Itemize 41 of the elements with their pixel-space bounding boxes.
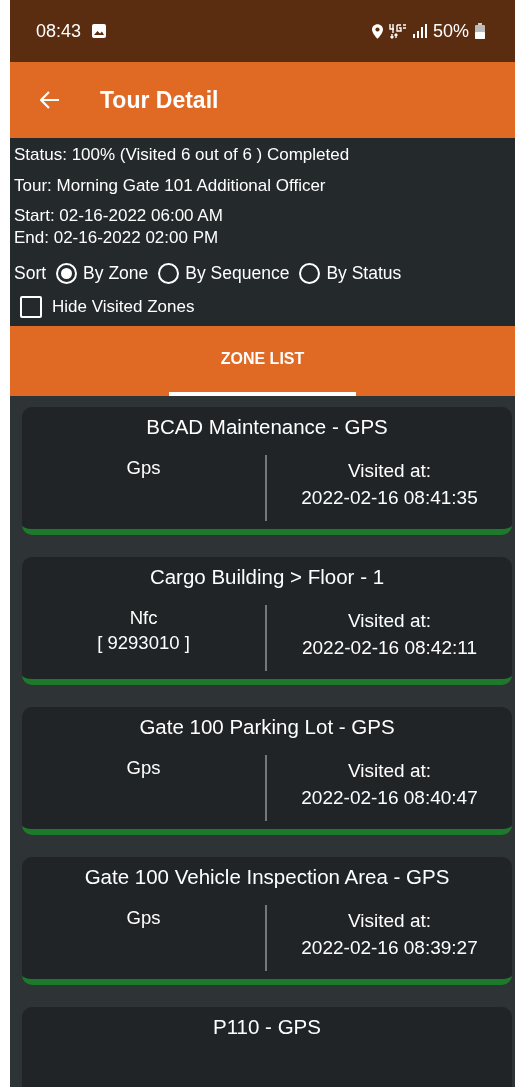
sort-radio-option[interactable]: By Zone — [56, 263, 149, 284]
check-method: Gps — [126, 456, 161, 480]
zone-card[interactable]: Gate 100 Parking Lot - GPS Gps Visited at: 2022-02-16 08:40:47 — [22, 707, 512, 835]
battery-icon — [475, 23, 485, 39]
visited-time: 2022-02-16 08:39:27 — [301, 936, 478, 960]
zone-card[interactable]: Cargo Building > Floor - 1 Nfc [ 9293010 ] Visited at: 2022-02-16 08:42:11 — [22, 557, 512, 685]
screen-title: Tour Detail — [100, 86, 219, 114]
battery-percent: 50% — [432, 20, 469, 42]
visited-label: Visited at: — [347, 759, 432, 783]
visited-time: 2022-02-16 08:40:47 — [301, 786, 478, 810]
zone-name: Cargo Building > Floor - 1 — [148, 565, 386, 589]
visited-label: Visited at: — [347, 459, 432, 483]
visited-label: Visited at: — [347, 609, 432, 633]
zone-name: P110 - GPS — [212, 1015, 322, 1039]
zone-name: BCAD Maintenance - GPS — [145, 415, 389, 439]
hide-visited-checkbox[interactable]: Hide Visited Zones — [20, 296, 511, 318]
network-icon — [388, 23, 407, 39]
zone-card[interactable]: P110 - GPS — [22, 1007, 512, 1087]
zone-card[interactable]: BCAD Maintenance - GPS Gps Visited at: 2022-02-16 08:41:35 — [22, 407, 512, 535]
tag-id: [ 9293010 ] — [97, 631, 190, 655]
tour-end: End: 02-16-2022 02:00 PM — [14, 227, 220, 249]
tour-start: Start: 02-16-2022 06:00 AM — [14, 205, 224, 227]
visited-time: 2022-02-16 08:42:11 — [302, 636, 477, 660]
status-time: 08:43 — [36, 20, 82, 42]
image-icon — [91, 23, 108, 39]
back-arrow-icon[interactable] — [40, 91, 60, 109]
zone-name: Gate 100 Parking Lot - GPS — [138, 715, 396, 739]
sort-radio-option[interactable]: By Sequence — [158, 263, 290, 284]
check-method: Gps — [126, 906, 161, 930]
signal-icon — [412, 24, 427, 38]
check-method: Gps — [126, 756, 161, 780]
zone-card[interactable]: Gate 100 Vehicle Inspection Area - GPS Gps Visited at: 2022-02-16 08:39:27 — [22, 857, 512, 985]
tour-status: Status: 100% (Visited 6 out of 6 ) Completed — [14, 144, 351, 166]
tour-name: Tour: Morning Gate 101 Additional Officer — [14, 175, 327, 197]
location-icon — [371, 23, 383, 39]
visited-label: Visited at: — [347, 909, 432, 933]
visited-time: 2022-02-16 08:41:35 — [301, 486, 478, 510]
sort-radio-option[interactable]: By Status — [299, 263, 402, 284]
check-method: Nfc — [129, 606, 158, 630]
zone-name: Gate 100 Vehicle Inspection Area - GPS — [83, 865, 451, 889]
sort-label: Sort — [14, 263, 47, 284]
